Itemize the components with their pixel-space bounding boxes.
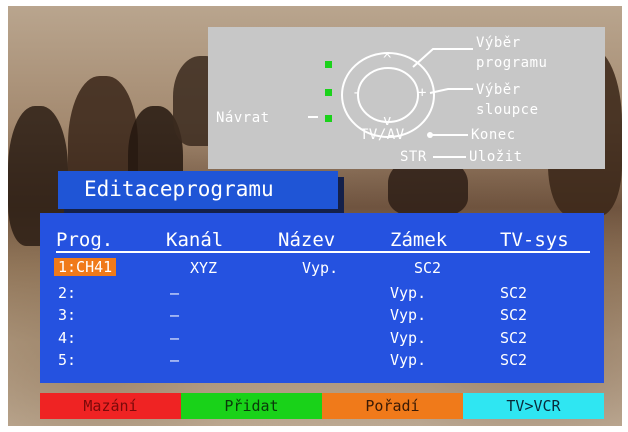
green-button-pridat[interactable]: Přidat	[181, 393, 322, 419]
red-button-mazani[interactable]: Mazání	[40, 393, 181, 419]
cell-prog: 3:	[58, 306, 77, 324]
cell-zamek: Vyp.	[390, 306, 427, 324]
label-navrat: Návrat	[216, 110, 270, 126]
cell-nazev: Vyp.	[302, 259, 339, 277]
header-kanal: Kanál	[166, 229, 224, 251]
leader-line	[429, 88, 473, 94]
green-key-icon	[325, 115, 332, 122]
label-ulozit: Uložit	[469, 149, 523, 165]
cell-kanal: –	[170, 284, 180, 302]
cell-zamek: Vyp.	[390, 284, 427, 302]
cell-tv-sys: SC2	[500, 351, 528, 369]
cell-kanal: –	[170, 329, 180, 347]
dpad-plus-icon: +	[418, 85, 427, 101]
orange-button-poradi[interactable]: Pořadí	[322, 393, 463, 419]
cell-zamek: SC2	[414, 259, 442, 277]
label-str: STR	[400, 149, 427, 165]
label-vyber-sloupce: Výběr	[476, 82, 521, 98]
page-title: Editaceprogramu	[58, 171, 338, 209]
label-tv-av: TV/AV	[360, 127, 405, 143]
label-vyber-programu-2: programu	[476, 55, 548, 71]
green-key-icon	[325, 61, 332, 68]
header-divider	[56, 251, 590, 253]
remote-help-panel: ^ v - + Výběr programu Výběr sloupce Kon…	[208, 27, 605, 169]
cell-tv-sys: SC2	[500, 329, 528, 347]
dpad-up-icon: ^	[383, 52, 392, 68]
header-prog: Prog.	[56, 229, 114, 251]
remote-diagram	[308, 48, 473, 158]
cell-tv-sys: SC2	[500, 284, 528, 302]
program-table: Prog. Kanál Název Zámek TV-sys 1:CH41 XY…	[40, 213, 604, 383]
cell-prog: 1:CH41	[54, 258, 117, 276]
dpad-minus-icon: -	[352, 85, 361, 101]
cyan-button-tv-vcr[interactable]: TV>VCR	[463, 393, 604, 419]
table-row[interactable]: 2: – Vyp. SC2	[40, 283, 604, 303]
header-zamek: Zámek	[390, 229, 448, 251]
cell-prog: 5:	[58, 351, 77, 369]
table-row[interactable]: 1:CH41 XYZ Vyp. SC2	[40, 258, 604, 278]
table-row[interactable]: 3: – Vyp. SC2	[40, 305, 604, 325]
cell-prog: 4:	[58, 329, 77, 347]
cell-kanal: XYZ	[190, 259, 218, 277]
cell-tv-sys: SC2	[500, 306, 528, 324]
header-tv-sys: TV-sys	[500, 229, 569, 251]
cell-prog: 2:	[58, 284, 77, 302]
header-nazev: Název	[278, 229, 336, 251]
table-row[interactable]: 5: – Vyp. SC2	[40, 350, 604, 370]
cell-kanal: –	[170, 306, 180, 324]
page-title-text: Editaceprogramu	[84, 177, 274, 201]
label-konec: Konec	[471, 127, 516, 143]
label-vyber-sloupce-2: sloupce	[476, 102, 539, 118]
leader-line	[412, 48, 473, 68]
green-key-icon	[325, 89, 332, 96]
table-row[interactable]: 4: – Vyp. SC2	[40, 328, 604, 348]
label-vyber-programu: Výběr	[476, 35, 521, 51]
cell-kanal: –	[170, 351, 180, 369]
cell-zamek: Vyp.	[390, 351, 427, 369]
cell-zamek: Vyp.	[390, 329, 427, 347]
